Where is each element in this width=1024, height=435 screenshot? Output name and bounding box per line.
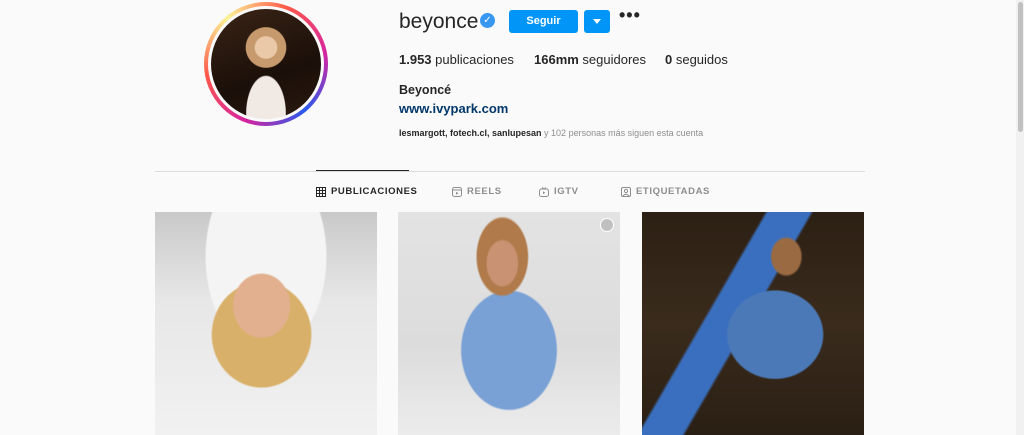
reel-icon	[600, 218, 614, 232]
avatar[interactable]	[211, 9, 321, 119]
avatar-gap	[208, 6, 324, 122]
reels-icon	[452, 186, 462, 197]
followed-by-rest: y 102 personas más siguen esta cuenta	[541, 128, 704, 138]
profile-avatar-ring[interactable]	[204, 2, 328, 126]
tab-igtv[interactable]: IGTV	[539, 186, 579, 197]
scrollbar-thumb[interactable]	[1018, 2, 1023, 132]
suggested-accounts-dropdown-button[interactable]	[584, 10, 610, 33]
username: beyonce	[399, 10, 479, 33]
post-thumbnail[interactable]	[155, 212, 377, 435]
tabs-divider	[155, 171, 865, 172]
tab-posts-label: PUBLICACIONES	[331, 186, 418, 197]
tab-reels[interactable]: REELS	[452, 186, 502, 197]
following-label: seguidos	[672, 52, 728, 67]
tab-posts[interactable]: PUBLICACIONES	[316, 186, 417, 197]
more-options-icon[interactable]: •••	[619, 5, 641, 26]
follow-button[interactable]: Seguir	[509, 10, 578, 33]
followers-count: 166mm	[534, 52, 579, 67]
posts-count: 1.953	[399, 52, 432, 67]
post-thumbnail[interactable]	[642, 212, 864, 435]
tagged-icon	[621, 186, 631, 197]
tab-reels-label: REELS	[467, 186, 502, 197]
grid-icon	[316, 186, 326, 197]
igtv-icon	[539, 186, 549, 197]
followers-stat[interactable]: 166mm seguidores	[534, 52, 646, 67]
verified-badge-icon: ✓	[480, 13, 495, 28]
posts-label: publicaciones	[431, 52, 514, 67]
post-thumbnail[interactable]	[398, 212, 620, 435]
followed-by-names: lesmargott, fotech.cl, sanlupesan	[399, 128, 542, 138]
tab-tagged-label: ETIQUETADAS	[636, 186, 710, 197]
tab-tagged[interactable]: ETIQUETADAS	[621, 186, 710, 197]
active-tab-indicator	[316, 170, 409, 171]
full-name: Beyoncé	[399, 83, 452, 97]
followed-by[interactable]: lesmargott, fotech.cl, sanlupesan y 102 …	[399, 128, 703, 138]
following-stat[interactable]: 0 seguidos	[665, 52, 728, 67]
followers-label: seguidores	[578, 52, 647, 67]
tab-igtv-label: IGTV	[554, 186, 579, 197]
website-link[interactable]: www.ivypark.com	[399, 101, 508, 116]
posts-stat: 1.953 publicaciones	[399, 52, 514, 67]
